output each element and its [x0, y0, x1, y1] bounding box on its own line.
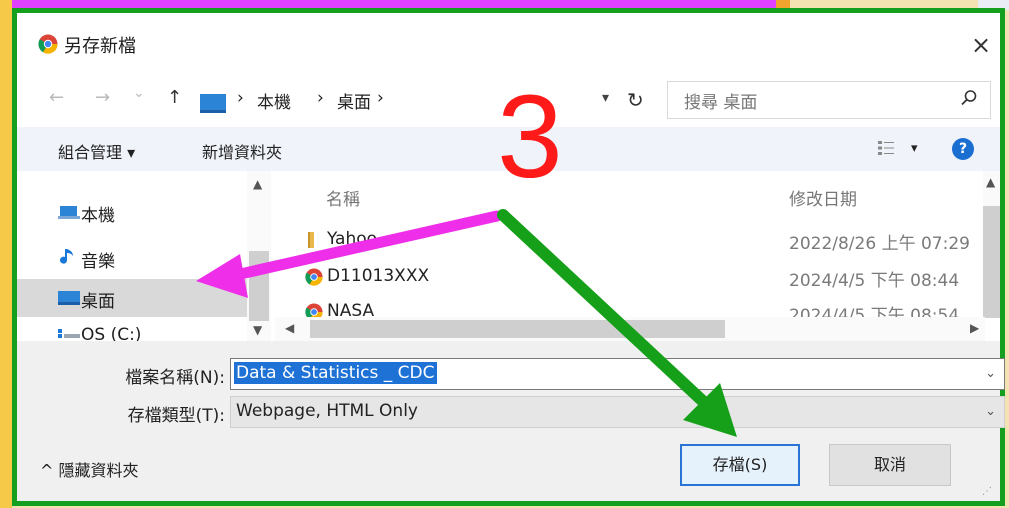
- chrome-icon: [305, 303, 323, 317]
- chevron-down-icon[interactable]: ⌄: [985, 366, 996, 381]
- desktop-icon: [200, 94, 226, 113]
- file-row[interactable]: D11013XXX 2024/4/5 下午 08:44: [275, 264, 985, 294]
- navigation-pane: 本機 音樂 桌面 OS (C:) ▲ ▼: [17, 171, 273, 345]
- filename-value: Data & Statistics _ CDC: [234, 362, 437, 384]
- file-list-vertical-scrollbar[interactable]: ▲: [983, 171, 1000, 318]
- desktop-icon: [58, 291, 80, 305]
- save-form: 檔案名稱(N): Data & Statistics _ CDC ⌄ 存檔類型(…: [17, 341, 1005, 501]
- file-date: 2024/4/5 下午 08:54: [789, 306, 960, 317]
- recent-locations-button[interactable]: ⌄: [133, 85, 145, 101]
- search-icon[interactable]: [960, 89, 978, 107]
- save-button[interactable]: 存檔(S): [680, 444, 800, 486]
- scroll-down-icon[interactable]: ▼: [253, 323, 262, 337]
- file-list-horizontal-scrollbar[interactable]: ◀ ▶: [275, 317, 985, 341]
- drive-icon: [58, 329, 80, 338]
- close-button[interactable]: ×: [961, 25, 1001, 65]
- title-bar: 另存新檔 ×: [17, 13, 1000, 75]
- scroll-right-icon[interactable]: ▶: [970, 321, 979, 335]
- sidebar-item-music[interactable]: 音樂: [17, 239, 247, 277]
- file-row[interactable]: NASA 2024/4/5 下午 08:54: [275, 299, 985, 317]
- up-button[interactable]: ↑: [167, 87, 182, 108]
- sidebar-item-desktop[interactable]: 桌面: [17, 279, 247, 317]
- filename-input[interactable]: Data & Statistics _ CDC ⌄: [230, 358, 1005, 390]
- sidebar-item-label: 桌面: [81, 292, 115, 312]
- organize-menu[interactable]: 組合管理 ▾: [58, 139, 135, 163]
- scroll-up-icon[interactable]: ▲: [986, 175, 995, 189]
- scroll-left-icon[interactable]: ◀: [285, 321, 294, 335]
- file-date: 2024/4/5 下午 08:44: [789, 271, 960, 291]
- computer-icon: [58, 206, 80, 219]
- filename-label: 檔案名稱(N):: [125, 368, 225, 388]
- column-header-modified[interactable]: 修改日期: [789, 185, 857, 210]
- chrome-app-icon: [38, 34, 58, 54]
- filetype-label: 存檔類型(T):: [127, 406, 225, 426]
- save-as-dialog: 另存新檔 × ← → ⌄ ↑ › 本機 › 桌面 › ▾ ↻ 搜尋 桌面 組合管…: [12, 8, 1005, 506]
- help-button[interactable]: ?: [952, 138, 974, 160]
- sidebar-item-label: 本機: [81, 206, 115, 226]
- search-placeholder: 搜尋 桌面: [684, 93, 758, 113]
- chrome-icon: [305, 268, 323, 286]
- dialog-title: 另存新檔: [64, 36, 136, 57]
- music-note-icon: [60, 249, 73, 264]
- background-strip-left: [0, 0, 12, 508]
- breadcrumb-desktop[interactable]: 桌面: [337, 88, 371, 113]
- address-bar[interactable]: › 本機 › 桌面 ›: [193, 83, 647, 119]
- file-name: Yahoo: [327, 229, 378, 249]
- sidebar-item-this-pc[interactable]: 本機: [17, 193, 247, 231]
- vertical-scrollbar-thumb[interactable]: [983, 206, 1000, 318]
- hide-folders-button[interactable]: ^ 隱藏資料夾: [40, 457, 139, 481]
- new-folder-button[interactable]: 新增資料夾: [202, 139, 282, 163]
- folder-icon: [308, 232, 314, 248]
- breadcrumb-separator: ›: [237, 88, 244, 108]
- refresh-button[interactable]: ↻: [627, 88, 644, 112]
- scroll-up-icon[interactable]: ▲: [253, 177, 262, 191]
- cancel-button[interactable]: 取消: [829, 444, 951, 486]
- command-toolbar: 組合管理 ▾ 新增資料夾 ▾ ?: [17, 127, 1000, 171]
- address-history-chevron-icon[interactable]: ▾: [602, 90, 609, 106]
- column-header-name[interactable]: 名稱: [326, 185, 360, 210]
- view-options-icon[interactable]: [877, 139, 895, 157]
- file-list: 名稱 修改日期 Yahoo 2022/8/26 上午 07:29 D11013X…: [275, 171, 1000, 341]
- view-dropdown-chevron[interactable]: ▾: [911, 141, 918, 156]
- file-name: NASA: [327, 301, 375, 317]
- breadcrumb-separator: ›: [317, 88, 324, 108]
- file-date: 2022/8/26 上午 07:29: [789, 234, 970, 254]
- background-strip-pink: [0, 0, 780, 8]
- navigation-scrollbar-thumb[interactable]: [249, 251, 269, 321]
- horizontal-scrollbar-thumb[interactable]: [310, 320, 725, 338]
- breadcrumb-this-pc[interactable]: 本機: [257, 88, 291, 113]
- filetype-select[interactable]: Webpage, HTML Only ⌄: [230, 396, 1005, 428]
- chevron-down-icon[interactable]: ⌄: [985, 404, 996, 419]
- search-box[interactable]: 搜尋 桌面: [667, 81, 991, 119]
- sidebar-item-label: 音樂: [81, 252, 115, 272]
- breadcrumb-separator: ›: [377, 88, 384, 108]
- forward-button[interactable]: →: [95, 87, 110, 108]
- file-name: D11013XXX: [327, 266, 430, 286]
- navigation-bar: ← → ⌄ ↑ › 本機 › 桌面 › ▾ ↻ 搜尋 桌面: [17, 75, 1000, 127]
- back-button[interactable]: ←: [49, 87, 64, 108]
- file-row[interactable]: Yahoo 2022/8/26 上午 07:29: [275, 227, 985, 257]
- resize-grip-icon[interactable]: ⋰: [982, 486, 992, 497]
- filetype-value: Webpage, HTML Only: [236, 401, 418, 421]
